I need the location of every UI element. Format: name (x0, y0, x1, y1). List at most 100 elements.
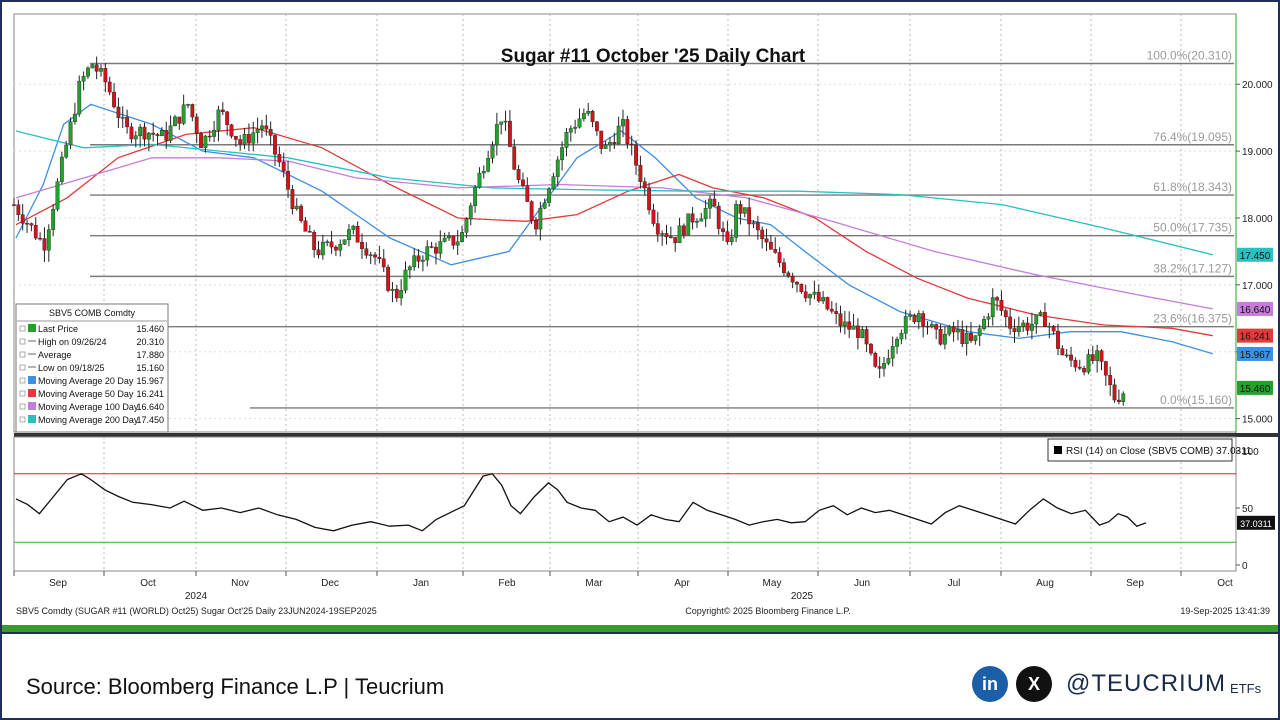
candle-body (986, 316, 991, 320)
legend-swatch (28, 324, 36, 332)
candle-body (608, 142, 612, 146)
candle-body (442, 237, 447, 242)
candle-body (294, 205, 299, 210)
candle-body (207, 135, 212, 138)
candle-body (373, 254, 377, 258)
candle-body (568, 128, 573, 133)
candle-body (642, 181, 647, 189)
price-tick-label: 15.000 (1242, 415, 1273, 426)
price-tick-label: 18.000 (1242, 214, 1273, 225)
candle-body (803, 291, 808, 299)
candle-body (390, 288, 395, 291)
candle-body (151, 132, 156, 135)
candle-body (634, 144, 638, 166)
x-tick-label: Sep (49, 578, 67, 589)
brand-bar: in X @TEUCRIUM ETFs (972, 664, 1261, 704)
candle-body (690, 213, 695, 223)
candle-body (934, 324, 939, 330)
candle-body (29, 223, 34, 226)
x-tick-label: May (763, 578, 782, 589)
legend: SBV5 COMB Comdty Last Price 15.460 High on … (15, 303, 169, 433)
price-tag-label: 16.640 (1240, 305, 1271, 316)
candle-body (908, 314, 913, 317)
candle-body (381, 258, 386, 268)
candle-body (969, 332, 973, 341)
candle-body (816, 291, 821, 302)
candle-body (329, 241, 334, 248)
candle-body (703, 208, 708, 220)
candle-body (895, 338, 899, 347)
candle-body (455, 241, 460, 246)
candle-body (77, 80, 82, 115)
candle-body (416, 255, 421, 262)
candle-body (264, 125, 269, 130)
candle-body (812, 291, 817, 295)
candle-body (72, 113, 77, 122)
price-tag-label: 16.241 (1240, 332, 1271, 343)
candle-body (225, 111, 230, 125)
candle-body (46, 229, 51, 251)
candle-body (212, 129, 216, 137)
candle-body (1038, 312, 1043, 315)
candle-body (399, 290, 404, 299)
candle-body (581, 113, 586, 120)
candle-body (808, 294, 812, 299)
x-tick-label: Apr (674, 578, 690, 589)
candle-body (303, 220, 308, 232)
x-tick-label: Oct (1217, 578, 1233, 589)
candle-body (1099, 350, 1104, 362)
candle-body (138, 126, 143, 137)
candle-body (51, 208, 56, 230)
fib-label: 100.0%(20.310) (1147, 48, 1232, 62)
candle-body (725, 231, 730, 242)
legend-toggle (19, 325, 26, 332)
x-icon[interactable]: X (1016, 666, 1052, 702)
linkedin-icon[interactable]: in (972, 666, 1008, 702)
candle-body (616, 125, 621, 145)
candle-body (647, 187, 652, 211)
candle-body (564, 132, 569, 148)
candle-body (821, 297, 826, 302)
rsi-label-box: RSI (14) on Close (SBV5 COMB) 37.0311 (1047, 438, 1252, 462)
candle-body (312, 232, 317, 251)
candle-body (1108, 375, 1113, 386)
price-tags: 17.450 16.640 16.241 15.967 15.460 (1237, 247, 1273, 395)
candle-body (825, 297, 830, 310)
candle-body (1090, 354, 1095, 361)
candle-body (429, 246, 434, 248)
candle-body (229, 124, 234, 137)
candle-body (1051, 325, 1056, 332)
candle-body (281, 161, 286, 172)
candle-body (68, 121, 73, 146)
candle-body (612, 142, 617, 145)
candle-body (42, 238, 47, 251)
price-tag-label: 15.460 (1240, 384, 1271, 395)
candle-body (999, 300, 1004, 311)
candle-body (590, 110, 595, 122)
candle-body (882, 363, 886, 369)
candle-body (355, 225, 360, 243)
legend-toggle (19, 338, 26, 345)
candle-body (438, 241, 443, 254)
price-panel (13, 13, 1237, 433)
candle-body (769, 241, 773, 250)
rsi-value-label: 37.0311 (1240, 519, 1272, 529)
candle-body (629, 143, 634, 146)
candle-body (925, 325, 930, 328)
candle-body (860, 329, 865, 338)
price-axis: 20.00019.00018.00017.00016.00015.000 (1235, 14, 1273, 571)
legend-label: Low on 09/18/25 (38, 363, 105, 373)
candle-body (316, 249, 321, 256)
candle-body (142, 126, 147, 140)
candle-body (760, 229, 765, 240)
chart-title: Sugar #11 October '25 Daily Chart (501, 46, 806, 67)
candle-body (260, 125, 264, 130)
candle-body (869, 343, 873, 354)
candle-body (1008, 316, 1013, 329)
candle-body (1047, 325, 1052, 328)
candle-body (964, 332, 969, 345)
candle-body (829, 308, 834, 312)
candle-body (525, 185, 530, 202)
candle-body (668, 236, 673, 239)
candle-body (1116, 399, 1121, 402)
